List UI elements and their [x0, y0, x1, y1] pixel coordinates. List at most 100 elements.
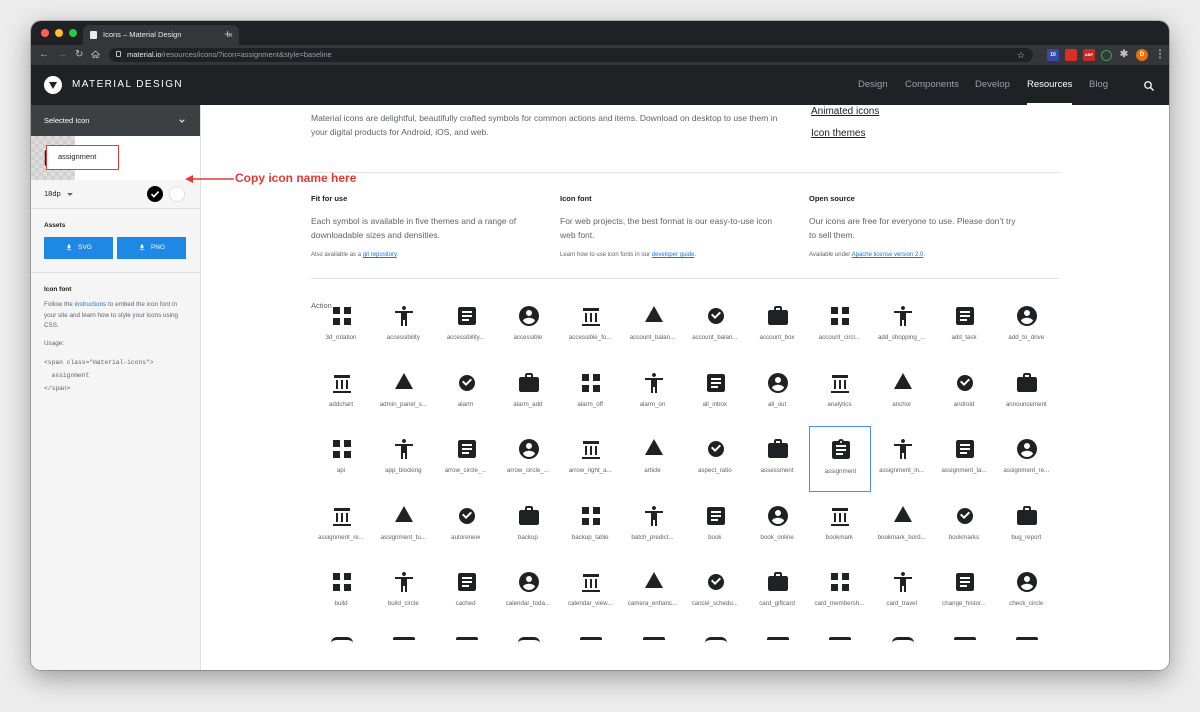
icon-tile-label: accessibility: [386, 334, 420, 341]
icon-tile[interactable]: card_travel: [872, 559, 934, 625]
close-window-button[interactable]: [41, 29, 49, 37]
download-svg-button[interactable]: SVG: [44, 237, 113, 259]
icon-themes-link[interactable]: Icon themes: [811, 128, 865, 139]
icon-tile[interactable]: account_circl...: [809, 293, 871, 359]
icon-tile[interactable]: all_out: [747, 360, 809, 426]
icon-tile[interactable]: accessible: [498, 293, 560, 359]
icon-tile[interactable]: account_box: [747, 293, 809, 359]
brand-title[interactable]: MATERIAL DESIGN: [72, 65, 183, 105]
icon-tile[interactable]: autorenew: [436, 493, 498, 559]
nav-components[interactable]: Components: [905, 65, 959, 105]
icon-tile[interactable]: alarm_off: [560, 360, 622, 426]
home-icon[interactable]: [90, 45, 101, 65]
icon-tile[interactable]: bookmark: [809, 493, 871, 559]
icon-tile[interactable]: accessibility: [373, 293, 435, 359]
browser-menu-icon[interactable]: ⋮: [1154, 49, 1166, 61]
maximize-window-button[interactable]: [69, 29, 77, 37]
apache-license-link[interactable]: Apache license version 2.0: [852, 252, 924, 258]
back-icon[interactable]: ←: [39, 45, 49, 65]
animated-icons-link[interactable]: Animated icons: [811, 106, 879, 117]
address-bar[interactable]: material.io/resources/icons/?icon=assign…: [109, 48, 1033, 62]
icon-tile[interactable]: build_circle: [373, 559, 435, 625]
git-repository-link[interactable]: git repository: [363, 252, 397, 258]
reload-icon[interactable]: ↻: [75, 45, 83, 65]
icon-tile[interactable]: addchart: [311, 360, 373, 426]
icon-tile[interactable]: card_giftcard: [747, 559, 809, 625]
icon-tile[interactable]: backup: [498, 493, 560, 559]
extension-red-icon[interactable]: [1065, 49, 1077, 61]
profile-avatar[interactable]: D: [1136, 49, 1148, 61]
icon-tile[interactable]: bookmarks: [934, 493, 996, 559]
forward-icon[interactable]: →: [57, 45, 67, 65]
icon-tile[interactable]: account_balan...: [685, 293, 747, 359]
download-png-button[interactable]: PNG: [117, 237, 186, 259]
icon-tile[interactable]: calendar_view...: [560, 559, 622, 625]
icon-tile[interactable]: 3d_rotation: [311, 293, 373, 359]
icon-tile[interactable]: add_to_drive: [996, 293, 1058, 359]
color-black-swatch[interactable]: [147, 186, 163, 202]
icon-tile[interactable]: analytics: [809, 360, 871, 426]
icon-tile[interactable]: alarm_add: [498, 360, 560, 426]
icon-tile[interactable]: add_shopping_...: [872, 293, 934, 359]
minimize-window-button[interactable]: [55, 29, 63, 37]
icon-tile[interactable]: admin_panel_s...: [373, 360, 435, 426]
icon-tile[interactable]: assignment_re...: [311, 493, 373, 559]
icon-tile[interactable]: backup_table: [560, 493, 622, 559]
icon-tile[interactable]: bookmark_bord...: [872, 493, 934, 559]
icon-tile[interactable]: account_balan...: [623, 293, 685, 359]
puzzle-icon[interactable]: ✱: [1118, 49, 1130, 61]
nav-blog[interactable]: Blog: [1089, 65, 1108, 105]
icon-tile[interactable]: card_membersh...: [809, 559, 871, 625]
icon-tile[interactable]: assignment: [809, 426, 872, 493]
color-white-swatch[interactable]: [169, 186, 185, 202]
icon-tile[interactable]: assessment: [747, 426, 809, 492]
icon-tile[interactable]: cancel_schedu...: [685, 559, 747, 625]
new-tab-button[interactable]: +: [224, 22, 231, 46]
icon-tile[interactable]: app_blocking: [373, 426, 435, 492]
icon-tile[interactable]: assignment_la...: [934, 426, 996, 492]
icon-tile[interactable]: assignment_tu...: [373, 493, 435, 559]
icon-tile[interactable]: check_circle: [996, 559, 1058, 625]
search-icon[interactable]: [1143, 79, 1155, 97]
developer-guide-link[interactable]: developer guide: [652, 252, 695, 258]
icon-tile[interactable]: announcement: [996, 360, 1058, 426]
icon-tile[interactable]: batch_predict...: [623, 493, 685, 559]
icon-tile[interactable]: book_online: [747, 493, 809, 559]
icon-tile[interactable]: change_histor...: [934, 559, 996, 625]
material-logo-icon[interactable]: [44, 76, 62, 94]
icon-tile[interactable]: add_task: [934, 293, 996, 359]
icon-tile[interactable]: assignment_re...: [996, 426, 1058, 492]
instructions-link[interactable]: instructions: [74, 301, 106, 308]
icon-tile[interactable]: camera_enhanc...: [623, 559, 685, 625]
icon-tile[interactable]: article: [623, 426, 685, 492]
icon-tile[interactable]: alarm: [436, 360, 498, 426]
nav-develop[interactable]: Develop: [975, 65, 1010, 105]
icon-tile[interactable]: accessible_fo...: [560, 293, 622, 359]
icon-tile[interactable]: accessibility...: [436, 293, 498, 359]
size-dropdown[interactable]: 18dp: [44, 180, 73, 208]
extension-green-icon[interactable]: [1101, 49, 1112, 61]
icon-tile[interactable]: assignment_in...: [872, 426, 934, 492]
icon-tile[interactable]: bug_report: [996, 493, 1058, 559]
icon-tile[interactable]: arrow_circle_...: [498, 426, 560, 492]
bookmark-star-icon[interactable]: ☆: [1017, 48, 1025, 62]
nav-resources[interactable]: Resources: [1027, 65, 1073, 105]
browser-tab[interactable]: Icons – Material Design ×: [83, 25, 239, 45]
icon-tile[interactable]: android: [934, 360, 996, 426]
icon-tile[interactable]: arrow_circle_...: [436, 426, 498, 492]
extension-badge-icon[interactable]: 10: [1047, 49, 1059, 61]
selected-icon-header[interactable]: Selected Icon: [31, 105, 200, 136]
icon-tile[interactable]: anchor: [872, 360, 934, 426]
icon-tile[interactable]: calendar_toda...: [498, 559, 560, 625]
icon-tile[interactable]: book: [685, 493, 747, 559]
icon-tile[interactable]: cached: [436, 559, 498, 625]
icon-name-field[interactable]: assignment: [46, 145, 119, 170]
icon-tile[interactable]: build: [311, 559, 373, 625]
icon-tile[interactable]: arrow_right_a...: [560, 426, 622, 492]
icon-tile[interactable]: all_inbox: [685, 360, 747, 426]
icon-tile[interactable]: api: [311, 426, 373, 492]
adblock-icon[interactable]: ABP: [1083, 49, 1095, 61]
icon-tile[interactable]: alarm_on: [623, 360, 685, 426]
nav-design[interactable]: Design: [858, 65, 888, 105]
icon-tile[interactable]: aspect_ratio: [685, 426, 747, 492]
